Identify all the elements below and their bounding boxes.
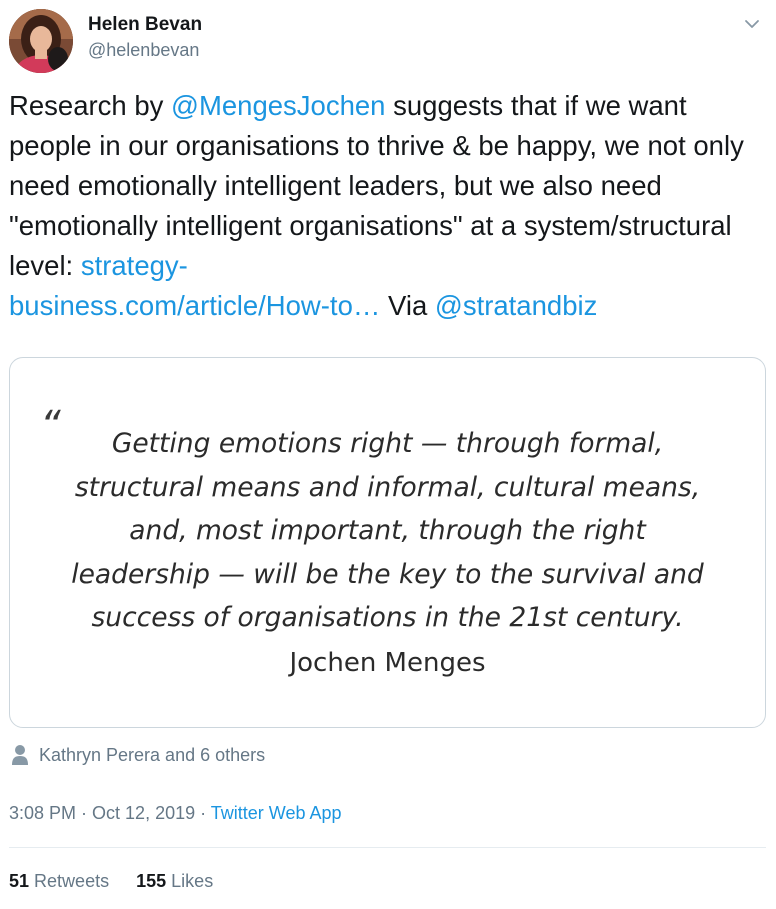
quote-author: Jochen Menges (289, 648, 486, 678)
media-image-card[interactable]: “ Getting emotions right — through forma… (9, 357, 766, 728)
quote-line: Getting emotions right — through formal, (111, 428, 664, 459)
retweets-label[interactable]: Retweets (34, 871, 109, 891)
divider (9, 847, 766, 848)
author-name[interactable]: Helen Bevan (88, 14, 202, 36)
quote-body: Getting emotions right — through formal,… (30, 422, 745, 640)
person-icon (12, 745, 28, 765)
tweet-metadata: 3:08 PM · Oct 12, 2019 · Twitter Web App (9, 803, 342, 824)
tweet-text: Research by @MengesJochen suggests that … (9, 86, 759, 326)
quote-line: leadership — will be the key to the surv… (71, 558, 704, 590)
meta-separator: · (76, 803, 93, 823)
liked-by[interactable]: Kathryn Perera and 6 others (11, 744, 265, 766)
avatar[interactable] (9, 9, 73, 73)
retweets-count[interactable]: 51 (9, 871, 29, 891)
likes-label[interactable]: Likes (171, 871, 213, 891)
quote-line: success of organisations in the 21st cen… (91, 602, 684, 633)
tweet-text-segment: Via (380, 290, 435, 321)
quote-line: and, most important, through the right (129, 515, 646, 546)
chevron-down-icon (745, 20, 759, 28)
tweet-stats: 51 Retweets 155 Likes (9, 871, 213, 892)
tweet: Helen Bevan @helenbevan Research by @Men… (0, 0, 776, 909)
tweet-source[interactable]: Twitter Web App (211, 803, 342, 823)
avatar-image (9, 9, 73, 73)
likes-stat[interactable]: 155 Likes (136, 871, 213, 891)
article-link-part[interactable]: business.com/article/How-to… (9, 290, 380, 321)
mention-link[interactable]: @stratandbiz (435, 290, 597, 321)
meta-separator: · (195, 803, 211, 823)
tweet-text-segment: Research by (9, 90, 172, 121)
liked-by-text[interactable]: Kathryn Perera and 6 others (39, 745, 265, 766)
tweet-options-button[interactable] (738, 10, 766, 38)
author-handle[interactable]: @helenbevan (88, 40, 199, 61)
tweet-time[interactable]: 3:08 PM (9, 803, 76, 823)
mention-link[interactable]: @MengesJochen (171, 90, 385, 121)
retweets-stat[interactable]: 51 Retweets (9, 871, 109, 891)
quote-line: structural means and informal, cultural … (74, 471, 701, 503)
tweet-date[interactable]: Oct 12, 2019 (92, 803, 195, 823)
article-link-part[interactable]: strategy- (81, 250, 188, 281)
likes-count[interactable]: 155 (136, 871, 166, 891)
